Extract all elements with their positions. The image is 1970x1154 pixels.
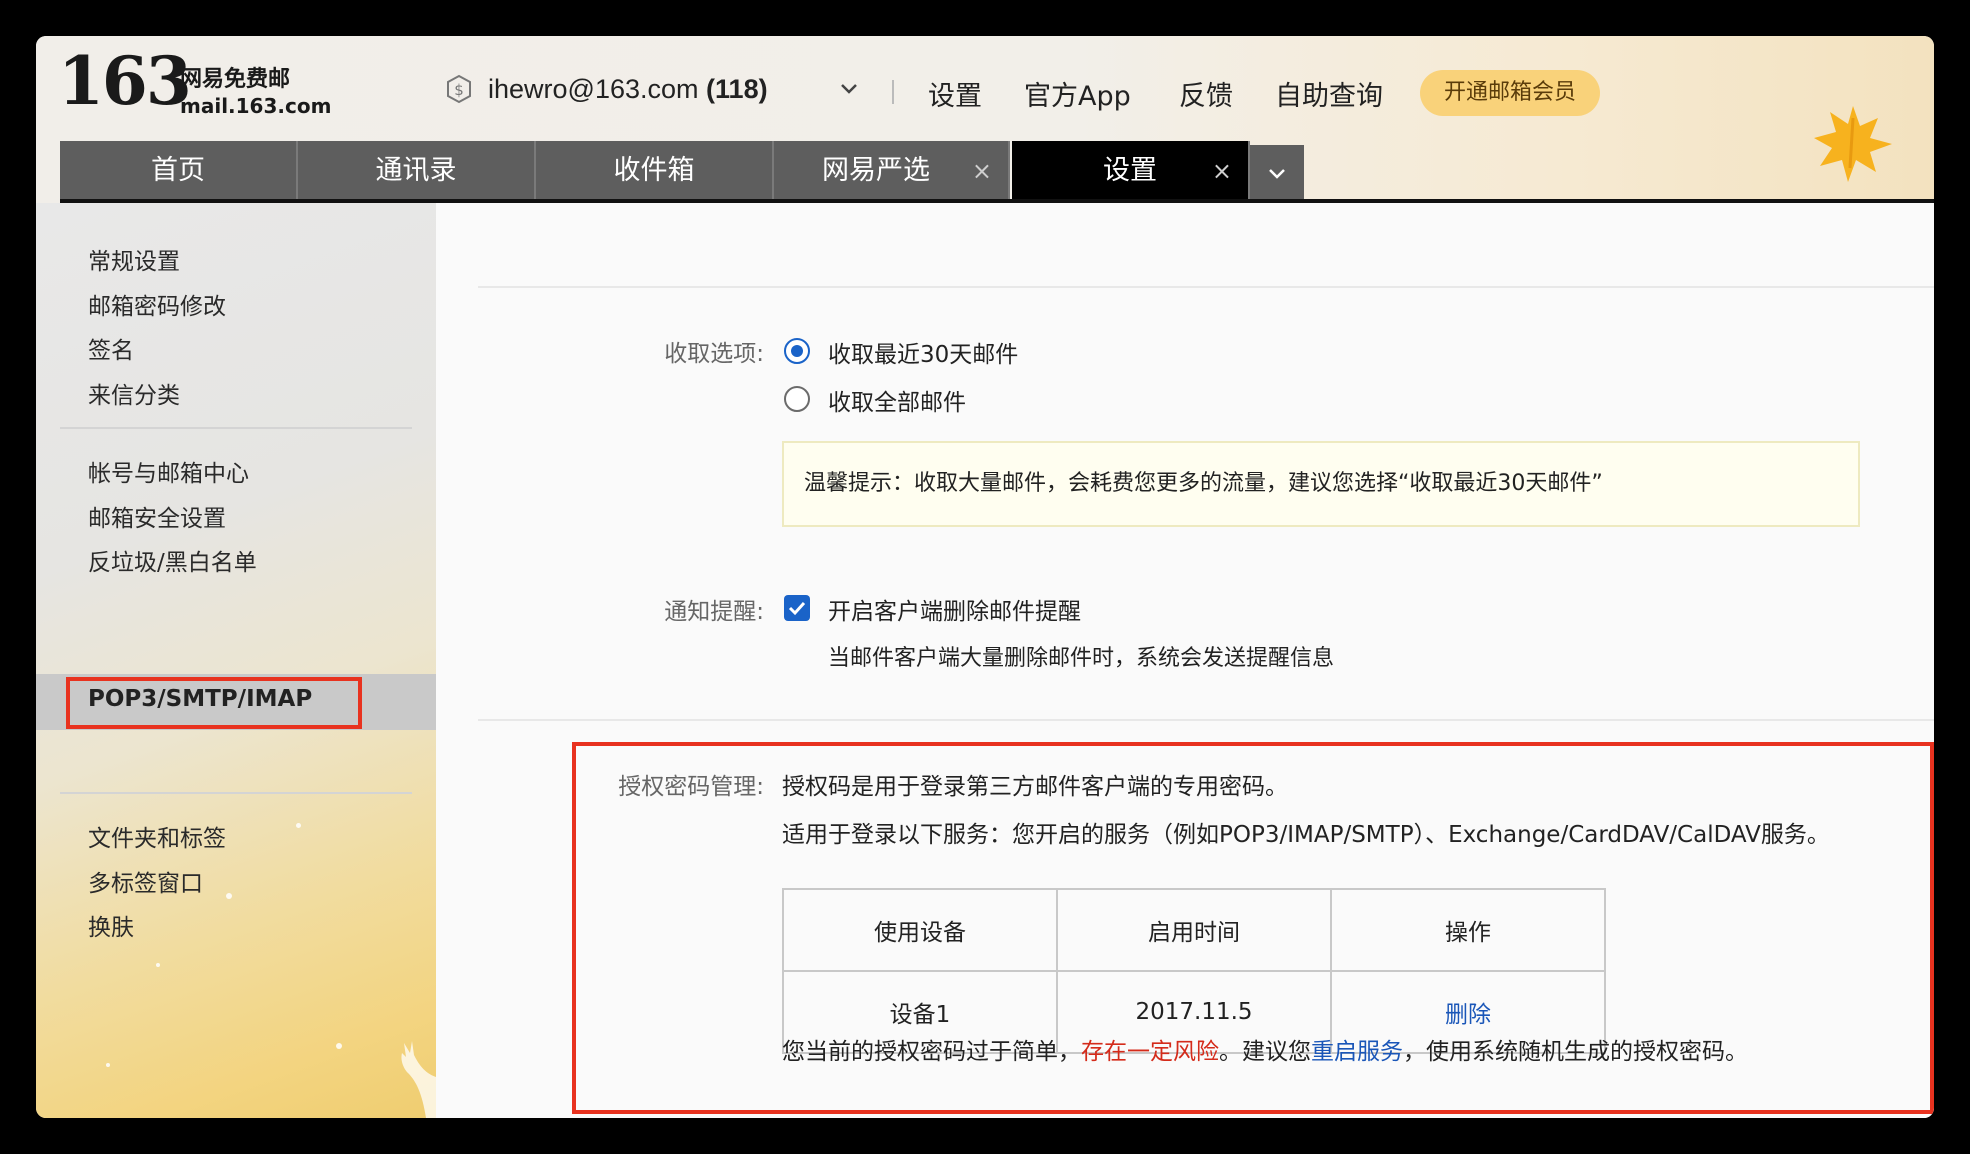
table-header: 启用时间 xyxy=(1056,888,1332,972)
warning-text: 。建议您 xyxy=(1219,1039,1311,1065)
sparkle xyxy=(156,963,160,967)
radio-all-mail[interactable] xyxy=(784,386,810,412)
shield-dollar-icon: $ xyxy=(447,74,471,104)
logo-name: 网易免费邮 xyxy=(180,67,291,92)
warning-text: ，使用系统随机生成的授权密码。 xyxy=(1403,1039,1748,1065)
tab-more-button[interactable] xyxy=(1250,145,1304,201)
sparkle xyxy=(106,1063,110,1067)
sidebar-item-antispam[interactable]: 反垃圾/黑白名单 xyxy=(88,543,257,577)
sidebar-item-folders[interactable]: 文件夹和标签 xyxy=(88,819,226,853)
tab-contacts[interactable]: 通讯录 xyxy=(298,141,536,201)
tab-label: 设置 xyxy=(1103,155,1157,186)
checkmark-icon xyxy=(788,601,806,616)
sidebar-item-security[interactable]: 邮箱安全设置 xyxy=(88,499,226,533)
risk-text: 存在一定风险 xyxy=(1081,1039,1219,1065)
mail-window: 163 网易免费邮 mail.163.com $ ihewro@163.com … xyxy=(36,36,1934,1118)
logo-url: mail.163.com xyxy=(180,94,332,118)
radio-label-all: 收取全部邮件 xyxy=(828,390,966,416)
tab-yanxuan[interactable]: 网易严选 × xyxy=(774,141,1010,201)
account-menu[interactable]: ihewro@163.com (118) xyxy=(488,74,768,105)
tab-home[interactable]: 首页 xyxy=(60,141,298,201)
notify-checkbox-label: 开启客户端删除邮件提醒 xyxy=(828,599,1081,625)
sidebar-item-multitab[interactable]: 多标签窗口 xyxy=(88,864,203,898)
notify-label: 通知提醒: xyxy=(664,599,764,625)
section-divider xyxy=(478,286,1934,288)
sidebar-item-general[interactable]: 常规设置 xyxy=(88,242,180,276)
table-header: 使用设备 xyxy=(782,888,1058,972)
auth-description: 授权码是用于登录第三方邮件客户端的专用密码。 xyxy=(782,774,1288,800)
chevron-down-icon[interactable] xyxy=(840,82,858,96)
sidebar-item-filters[interactable]: 来信分类 xyxy=(88,376,180,410)
sparkle xyxy=(296,823,301,828)
sidebar-item-signature[interactable]: 签名 xyxy=(88,331,134,365)
tab-settings[interactable]: 设置 × xyxy=(1012,141,1250,201)
logo-number[interactable]: 163 xyxy=(58,48,192,114)
tip-text: 温馨提示：收取大量邮件，会耗费您更多的流量，建议您选择“收取最近30天邮件” xyxy=(804,471,1603,496)
sidebar-divider xyxy=(60,427,412,429)
chevron-down-icon xyxy=(1269,169,1285,179)
official-app-link[interactable]: 官方App xyxy=(1024,74,1131,113)
sidebar-item-pop3[interactable]: POP3/SMTP/IMAP xyxy=(88,686,312,712)
restart-service-link[interactable]: 重启服务 xyxy=(1311,1039,1403,1065)
section-divider xyxy=(478,719,1934,721)
settings-sidebar: 常规设置 邮箱密码修改 签名 来信分类 帐号与邮箱中心 邮箱安全设置 反垃圾/黑… xyxy=(36,203,436,1118)
unread-count: (118) xyxy=(706,74,768,104)
close-icon[interactable]: × xyxy=(1212,141,1232,201)
self-service-link[interactable]: 自助查询 xyxy=(1275,74,1383,113)
feedback-link[interactable]: 反馈 xyxy=(1179,74,1233,113)
close-icon[interactable]: × xyxy=(972,141,992,201)
header-divider xyxy=(892,80,894,104)
sparkle xyxy=(336,1043,342,1049)
deer-decoration-icon xyxy=(401,1041,436,1118)
sparkle xyxy=(226,893,232,899)
sidebar-item-account-center[interactable]: 帐号与邮箱中心 xyxy=(88,454,249,488)
sidebar-item-skin[interactable]: 换肤 xyxy=(88,908,134,942)
delete-link[interactable]: 删除 xyxy=(1445,1002,1491,1028)
settings-content: 收取选项: 收取最近30天邮件 收取全部邮件 温馨提示：收取大量邮件，会耗费您更… xyxy=(436,203,1934,1118)
auth-password-label: 授权密码管理: xyxy=(618,774,764,800)
warning-text: 您当前的授权密码过于简单， xyxy=(782,1039,1081,1065)
tab-label: 收件箱 xyxy=(613,155,695,186)
maple-leaf-icon xyxy=(1814,106,1892,182)
auth-warning: 您当前的授权密码过于简单，存在一定风险。建议您重启服务，使用系统随机生成的授权密… xyxy=(782,1032,1748,1066)
auth-services: 适用于登录以下服务：您开启的服务（例如POP3/IMAP/SMTP）、Excha… xyxy=(782,822,1830,848)
account-email: ihewro@163.com xyxy=(488,74,699,104)
notify-checkbox[interactable] xyxy=(784,595,810,621)
tab-label: 首页 xyxy=(151,155,205,186)
vip-button[interactable]: 开通邮箱会员 xyxy=(1420,70,1600,116)
radio-recent-30-days[interactable] xyxy=(784,338,810,364)
table-header: 操作 xyxy=(1330,888,1606,972)
tab-label: 通讯录 xyxy=(375,155,457,186)
settings-link[interactable]: 设置 xyxy=(928,74,982,113)
sidebar-divider xyxy=(60,792,412,794)
tab-inbox[interactable]: 收件箱 xyxy=(536,141,774,201)
notify-description: 当邮件客户端大量删除邮件时，系统会发送提醒信息 xyxy=(828,646,1335,671)
radio-label-recent: 收取最近30天邮件 xyxy=(828,342,1019,368)
svg-text:$: $ xyxy=(454,81,464,99)
auth-devices-table: 使用设备 启用时间 操作 设备1 2017.11.5 删除 xyxy=(782,888,1606,1054)
receive-options-label: 收取选项: xyxy=(664,341,764,367)
table-header-row: 使用设备 启用时间 操作 xyxy=(782,888,1606,972)
tip-box: 温馨提示：收取大量邮件，会耗费您更多的流量，建议您选择“收取最近30天邮件” xyxy=(782,441,1860,527)
sidebar-item-password[interactable]: 邮箱密码修改 xyxy=(88,287,226,321)
tab-label: 网易严选 xyxy=(822,155,930,186)
